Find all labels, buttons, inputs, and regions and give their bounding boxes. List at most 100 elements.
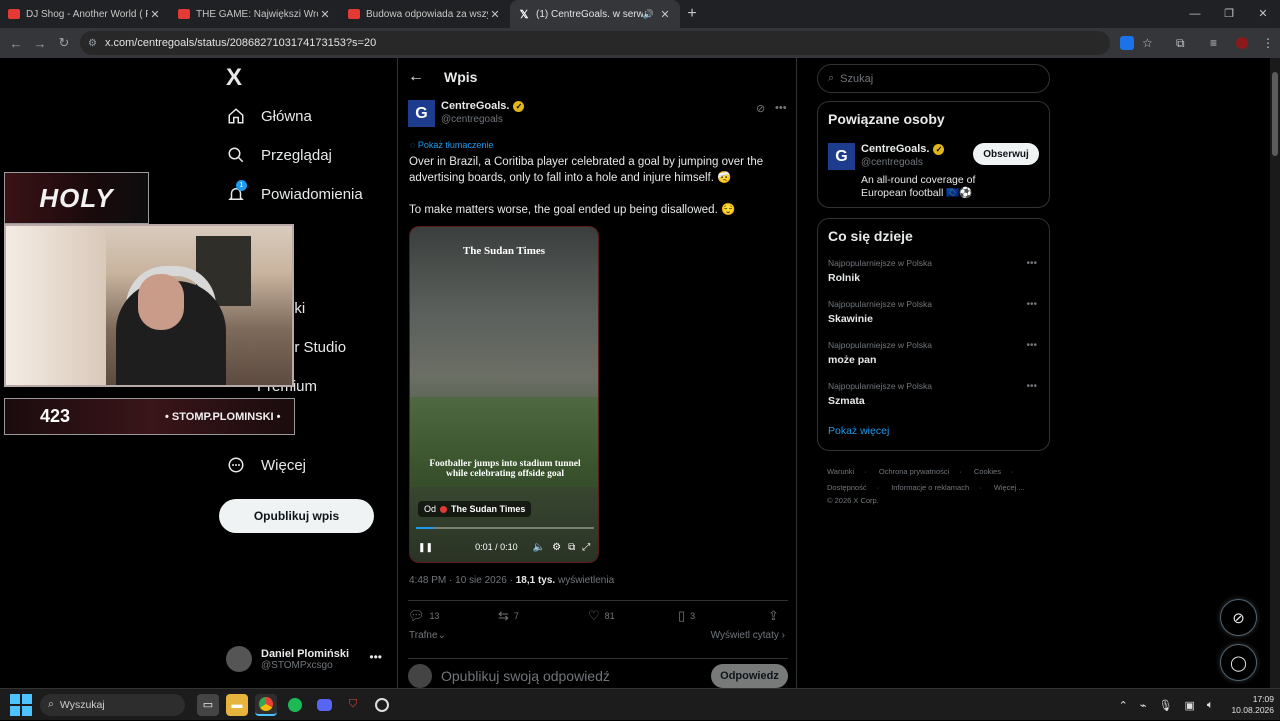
author-avatar[interactable]: G bbox=[828, 143, 855, 170]
back-arrow-icon[interactable]: ← bbox=[408, 68, 424, 86]
volume-icon[interactable]: 🔈 bbox=[533, 542, 545, 553]
extensions-icon[interactable]: ⧉ bbox=[1176, 28, 1185, 58]
video-progress-bar[interactable] bbox=[416, 527, 594, 529]
reply-submit-button[interactable]: Odpowiedz bbox=[711, 663, 788, 688]
translate-icon[interactable] bbox=[1120, 28, 1134, 58]
scrollbar-thumb[interactable] bbox=[1272, 72, 1278, 156]
site-info-icon[interactable]: ⚙ bbox=[88, 38, 97, 49]
sort-dropdown[interactable]: Trafne⌄ bbox=[409, 630, 446, 641]
related-person[interactable]: G CentreGoals. ✓ @centregoals An all-roun… bbox=[828, 143, 1039, 200]
faceit-icon[interactable]: ⛉ bbox=[342, 694, 364, 716]
trend-item[interactable]: Najpopularniejsze w Polska Rolnik ••• bbox=[828, 258, 1039, 286]
browser-tab[interactable]: THE GAME: Największi Wrogowie ✕ bbox=[170, 0, 340, 28]
browser-tab-bar: DJ Shog - Another World ( Polo ✕ THE GAM… bbox=[0, 0, 1280, 28]
microphone-icon[interactable]: 🎙︎ bbox=[1158, 699, 1172, 712]
speaker-icon[interactable]: 🔊 bbox=[643, 9, 654, 20]
nav-notifications[interactable]: 1 Powiadomienia bbox=[226, 180, 363, 204]
footer-link[interactable]: Więcej ... bbox=[994, 483, 1025, 492]
file-explorer-icon[interactable]: ▬ bbox=[226, 693, 248, 716]
more-dots-icon[interactable]: ••• bbox=[1026, 258, 1037, 269]
footer-link[interactable]: Informacje o reklamach bbox=[891, 483, 969, 492]
spotify-icon[interactable] bbox=[284, 694, 306, 716]
url-field[interactable]: ⚙ x.com/centregoals/status/2086827103174… bbox=[80, 31, 1110, 55]
restore-icon[interactable]: ❐ bbox=[1212, 0, 1246, 28]
like-button[interactable]: ♡ 81 bbox=[588, 608, 678, 624]
post-author[interactable]: G CentreGoals. ✓ @centregoals bbox=[408, 100, 525, 127]
author-name[interactable]: CentreGoals. bbox=[441, 100, 509, 112]
browser-tab[interactable]: DJ Shog - Another World ( Polo ✕ bbox=[0, 0, 170, 28]
share-button[interactable]: ⇪ bbox=[768, 608, 788, 624]
network-icon[interactable]: ⌁ bbox=[1140, 699, 1147, 712]
messages-fab[interactable]: ◯ bbox=[1220, 644, 1257, 681]
video-player[interactable]: The Sudan Times Footballer jumps into st… bbox=[409, 226, 599, 563]
display-icon[interactable]: ▣ bbox=[1184, 699, 1194, 712]
clock[interactable]: 17:09 10.08.2026 bbox=[1231, 694, 1274, 716]
new-tab-button[interactable]: + bbox=[680, 5, 704, 23]
bookmark-button[interactable]: ▯ 3 bbox=[678, 608, 768, 624]
media-control-icon[interactable]: ≡ bbox=[1210, 28, 1217, 58]
forward-icon[interactable]: → bbox=[28, 36, 52, 51]
settings-icon[interactable]: ⚙ bbox=[552, 542, 561, 553]
x-logo-icon[interactable]: X bbox=[226, 64, 242, 92]
more-dots-icon[interactable]: ••• bbox=[1026, 381, 1037, 392]
more-dots-icon[interactable]: ••• bbox=[369, 650, 382, 664]
taskbar-search[interactable]: ⌕ Wyszukaj bbox=[40, 693, 185, 716]
video-attribution[interactable]: Od The Sudan Times bbox=[418, 501, 532, 517]
account-switcher[interactable]: Daniel Plomiński @STOMPxcsgo ••• bbox=[226, 644, 396, 674]
trend-item[interactable]: Najpopularniejsze w Polska może pan ••• bbox=[828, 340, 1039, 368]
chevron-up-icon[interactable]: ⌃ bbox=[1119, 699, 1128, 712]
minimize-icon[interactable]: — bbox=[1178, 0, 1212, 28]
reload-icon[interactable]: ↻ bbox=[52, 35, 76, 51]
obs-icon[interactable] bbox=[371, 694, 393, 716]
close-window-icon[interactable]: ✕ bbox=[1246, 0, 1280, 28]
close-tab-icon[interactable]: ✕ bbox=[148, 8, 162, 21]
more-dots-icon[interactable]: ••• bbox=[1026, 340, 1037, 351]
nav-explore[interactable]: Przeglądaj bbox=[226, 145, 332, 165]
browser-tab[interactable]: Budowa odpowiada za wszystkie ✕ bbox=[340, 0, 510, 28]
menu-icon[interactable]: ⋮ bbox=[1262, 28, 1274, 58]
trend-item[interactable]: Najpopularniejsze w Polska Skawinie ••• bbox=[828, 299, 1039, 327]
trend-item[interactable]: Najpopularniejsze w Polska Szmata ••• bbox=[828, 381, 1039, 409]
star-icon[interactable]: ☆ bbox=[1142, 28, 1153, 58]
grok-fab[interactable]: ⊘ bbox=[1220, 599, 1257, 636]
reply-button[interactable]: 💬︎ 13 bbox=[408, 608, 498, 624]
back-icon[interactable]: ← bbox=[4, 36, 28, 51]
footer-link[interactable]: Ochrona prywatności bbox=[879, 467, 949, 476]
fullscreen-icon[interactable]: ⤢ bbox=[582, 542, 590, 553]
footer-link[interactable]: Warunki bbox=[827, 467, 854, 476]
browser-tab-active[interactable]: 𝕏 (1) CentreGoals. w serwisie X 🔊 ✕ bbox=[510, 0, 680, 28]
more-dots-icon[interactable]: ••• bbox=[1026, 299, 1037, 310]
translate-link[interactable]: ◌ Pokaż tłumaczenie bbox=[410, 140, 493, 150]
pause-icon[interactable]: ❚❚ bbox=[418, 542, 433, 553]
post-button[interactable]: Opublikuj wpis bbox=[219, 499, 374, 533]
footer-link[interactable]: Cookies bbox=[974, 467, 1001, 476]
reply-input[interactable]: Opublikuj swoją odpowiedź bbox=[441, 668, 711, 684]
footer-link[interactable]: Dostępność bbox=[827, 483, 867, 492]
chrome-icon[interactable] bbox=[255, 693, 277, 716]
close-tab-icon[interactable]: ✕ bbox=[318, 8, 332, 21]
author-avatar[interactable]: G bbox=[408, 100, 435, 127]
search-input[interactable]: ⌕ Szukaj bbox=[817, 64, 1050, 93]
pip-icon[interactable]: ⧉ bbox=[568, 542, 575, 553]
task-view-icon[interactable]: ▭ bbox=[197, 693, 219, 716]
profile-avatar[interactable] bbox=[1236, 28, 1248, 58]
nav-home[interactable]: Główna bbox=[226, 106, 312, 126]
nav-more[interactable]: Więcej bbox=[226, 455, 306, 475]
show-more-link[interactable]: Pokaż więcej bbox=[828, 425, 1039, 437]
nav-creator-studio[interactable]: or Studio bbox=[286, 339, 346, 356]
view-quotes-link[interactable]: Wyświetl cytaty › bbox=[711, 630, 785, 641]
author-handle[interactable]: @centregoals bbox=[441, 114, 524, 125]
scrollbar[interactable] bbox=[1270, 58, 1280, 692]
windows-start-icon[interactable] bbox=[10, 693, 32, 716]
grok-icon[interactable]: ⊘ bbox=[756, 102, 765, 115]
post-timestamp[interactable]: 4:48 PM · 10 sie 2026 · bbox=[409, 575, 516, 586]
person-name[interactable]: CentreGoals. bbox=[861, 143, 929, 155]
viewer-count: 423 bbox=[39, 406, 71, 426]
volume-icon[interactable]: 🔈︎ bbox=[1207, 699, 1214, 712]
close-tab-icon[interactable]: ✕ bbox=[488, 8, 502, 21]
more-dots-icon[interactable]: ••• bbox=[775, 102, 787, 114]
close-tab-icon[interactable]: ✕ bbox=[658, 8, 672, 21]
discord-icon[interactable] bbox=[313, 694, 335, 716]
follow-button[interactable]: Obserwuj bbox=[973, 143, 1039, 165]
repost-button[interactable]: ⇆ 7 bbox=[498, 608, 588, 624]
